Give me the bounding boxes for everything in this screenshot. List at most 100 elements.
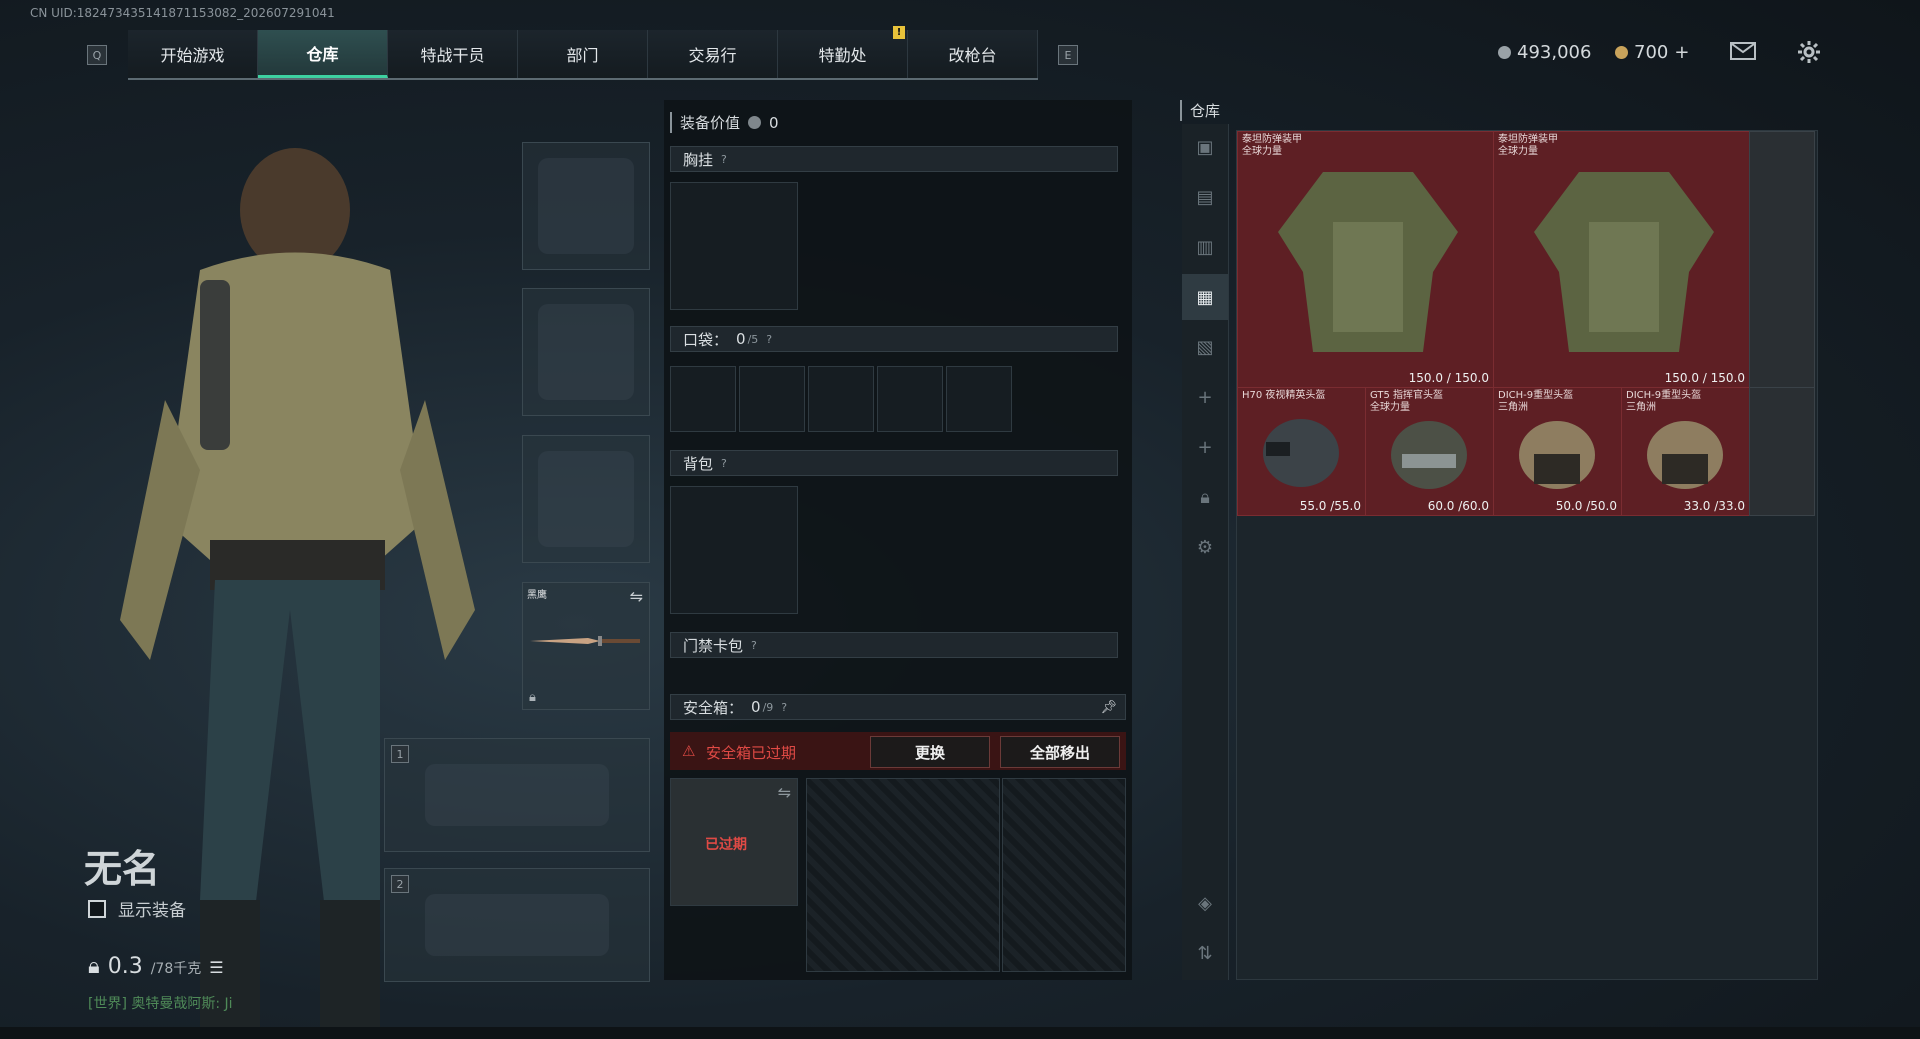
- checkbox[interactable]: [88, 899, 106, 918]
- helmet-icon: [1263, 419, 1339, 487]
- silver-coin-icon: [1498, 46, 1511, 59]
- helmet-slot[interactable]: [522, 142, 650, 270]
- item-durability: 55.0 /55.0: [1299, 499, 1361, 513]
- loadout-panel: 装备价值 0 胸挂 ? 口袋： 0 /5 ? 背包 ? 门禁卡包 ? 安全箱： …: [664, 100, 1132, 980]
- safebox-max: /9: [762, 700, 774, 714]
- equipment-value: 装备价值 0: [670, 112, 779, 133]
- help-icon[interactable]: ?: [721, 153, 727, 166]
- lock-icon: 🔒︎: [529, 690, 536, 705]
- help-icon[interactable]: ?: [751, 639, 757, 652]
- primary-weapon-slot-1[interactable]: 1: [384, 738, 650, 852]
- keycard-header: 门禁卡包 ?: [670, 632, 1118, 658]
- prev-tab-key[interactable]: Q: [87, 45, 107, 65]
- remove-all-button[interactable]: 全部移出: [1000, 736, 1120, 768]
- swap-icon[interactable]: ⇋: [630, 587, 643, 606]
- help-icon[interactable]: ?: [781, 701, 787, 714]
- pocket-slot[interactable]: [877, 366, 943, 432]
- tab-start-game[interactable]: 开始游戏: [128, 30, 258, 78]
- pockets-label: 口袋：: [683, 330, 729, 349]
- silver-currency: 493,006: [1498, 42, 1591, 63]
- storage-item[interactable]: 泰坦防弹装甲 全球力量 150.0 / 150.0: [1493, 131, 1750, 388]
- pocket-slot[interactable]: [808, 366, 874, 432]
- backpack-slot[interactable]: [670, 486, 798, 614]
- gold-currency: 700 +: [1615, 42, 1689, 63]
- helmet-icon: [1519, 421, 1595, 489]
- gold-amount: 700: [1634, 42, 1669, 63]
- add-page-icon[interactable]: +: [1182, 424, 1228, 470]
- storage-category-icon[interactable]: ▤: [1182, 174, 1228, 220]
- show-equipment-toggle[interactable]: 显示装备: [88, 896, 186, 921]
- settings-gear-icon[interactable]: [1797, 40, 1821, 68]
- storage-category-icon[interactable]: ▦: [1182, 274, 1228, 320]
- mail-icon[interactable]: [1730, 42, 1756, 60]
- help-icon[interactable]: ?: [766, 333, 772, 346]
- equipment-value-label: 装备价值: [680, 114, 741, 132]
- safebox-item[interactable]: 已过期 ⇋: [670, 778, 798, 906]
- backpack-header: 背包 ?: [670, 450, 1118, 476]
- list-icon[interactable]: ☰: [209, 958, 223, 977]
- help-icon[interactable]: ?: [721, 457, 727, 470]
- sort-icon[interactable]: ⇅: [1182, 930, 1228, 976]
- storage-grid[interactable]: 泰坦防弹装甲 全球力量 150.0 / 150.0 泰坦防弹装甲 全球力量 15…: [1236, 130, 1818, 980]
- helmet-placeholder-icon: [538, 158, 634, 254]
- body-armor-icon: [1278, 172, 1458, 352]
- helmet-icon: [1647, 421, 1723, 489]
- slot-number: 2: [391, 875, 409, 893]
- carry-weight: 🔒︎ 0.3 /78千克 ☰: [88, 954, 224, 979]
- replace-button[interactable]: 更换: [870, 736, 990, 768]
- chest-rig-slot[interactable]: [670, 182, 798, 310]
- lock-icon[interactable]: 🔒︎: [1182, 474, 1228, 520]
- tab-warehouse[interactable]: 仓库: [258, 30, 388, 78]
- tab-operators[interactable]: 特战干员: [388, 30, 518, 78]
- world-chat-line[interactable]: [世界] 奥特曼哉阿斯: Ji: [88, 993, 233, 1013]
- armor-slot[interactable]: [522, 288, 650, 416]
- storage-item[interactable]: GT5 指挥官头盔 全球力量 60.0 /60.0: [1365, 387, 1494, 516]
- helmet-icon: [1391, 421, 1467, 489]
- gear-icon[interactable]: ⚙: [1182, 524, 1228, 570]
- storage-item[interactable]: H70 夜视精英头盔 55.0 /55.0: [1237, 387, 1366, 516]
- silver-amount: 493,006: [1517, 42, 1592, 63]
- slot-number: 1: [391, 745, 409, 763]
- primary-weapon-slot-2[interactable]: 2: [384, 868, 650, 982]
- tab-department[interactable]: 部门: [518, 30, 648, 78]
- pockets-count: 0: [736, 330, 746, 348]
- add-gold-button[interactable]: +: [1674, 42, 1689, 63]
- armor-placeholder-icon: [538, 304, 634, 400]
- melee-slot[interactable]: 黑鹰 ⇋ 🔒︎: [522, 582, 650, 710]
- rifle-placeholder-icon: [425, 894, 609, 956]
- storage-empty-cell[interactable]: [1749, 387, 1815, 516]
- storage-empty-cell[interactable]: [1749, 131, 1815, 388]
- safebox-count: 0: [751, 698, 761, 716]
- chest-rig-header: 胸挂 ?: [670, 146, 1118, 172]
- weight-lock-icon: 🔒︎: [88, 954, 100, 979]
- keycard-label: 门禁卡包: [683, 636, 744, 655]
- body-armor-icon: [1534, 172, 1714, 352]
- storage-sidebar: ▣ ▤ ▥ ▦ ▧ + + 🔒︎ ⚙ ◈ ⇅: [1182, 124, 1229, 980]
- player-name: 无名: [84, 847, 161, 891]
- safebox-expired-text: 安全箱已过期: [706, 744, 797, 762]
- tab-gunsmith[interactable]: 改枪台: [908, 30, 1038, 78]
- storage-category-icon[interactable]: ▣: [1182, 124, 1228, 170]
- storage-category-icon[interactable]: ▧: [1182, 324, 1228, 370]
- pin-icon[interactable]: 📌︎: [1100, 700, 1117, 715]
- storage-item[interactable]: DICH-9重型头盔 三角洲 50.0 /50.0: [1493, 387, 1622, 516]
- layers-icon[interactable]: ◈: [1182, 880, 1228, 926]
- storage-title: 仓库: [1180, 100, 1220, 121]
- expired-tag: 已过期: [705, 837, 747, 853]
- pocket-slot[interactable]: [670, 366, 736, 432]
- warning-icon: ⚠: [682, 742, 696, 760]
- swap-icon[interactable]: ⇋: [778, 783, 791, 802]
- storage-item[interactable]: 泰坦防弹装甲 全球力量 150.0 / 150.0: [1237, 131, 1494, 388]
- pocket-slot[interactable]: [739, 366, 805, 432]
- next-tab-key[interactable]: E: [1058, 45, 1078, 65]
- player-uid: CN UID:182473435141871153082_20260729104…: [30, 6, 335, 20]
- pocket-slot[interactable]: [946, 366, 1012, 432]
- safebox-grid[interactable]: [806, 778, 1000, 972]
- weight-max: /78千克: [150, 961, 202, 977]
- tab-market[interactable]: 交易行: [648, 30, 778, 78]
- add-page-icon[interactable]: +: [1182, 374, 1228, 420]
- pistol-slot[interactable]: [522, 435, 650, 563]
- tab-special-ops[interactable]: 特勤处: [778, 30, 908, 78]
- storage-item[interactable]: DICH-9重型头盔 三角洲 33.0 /33.0: [1621, 387, 1750, 516]
- storage-category-icon[interactable]: ▥: [1182, 224, 1228, 270]
